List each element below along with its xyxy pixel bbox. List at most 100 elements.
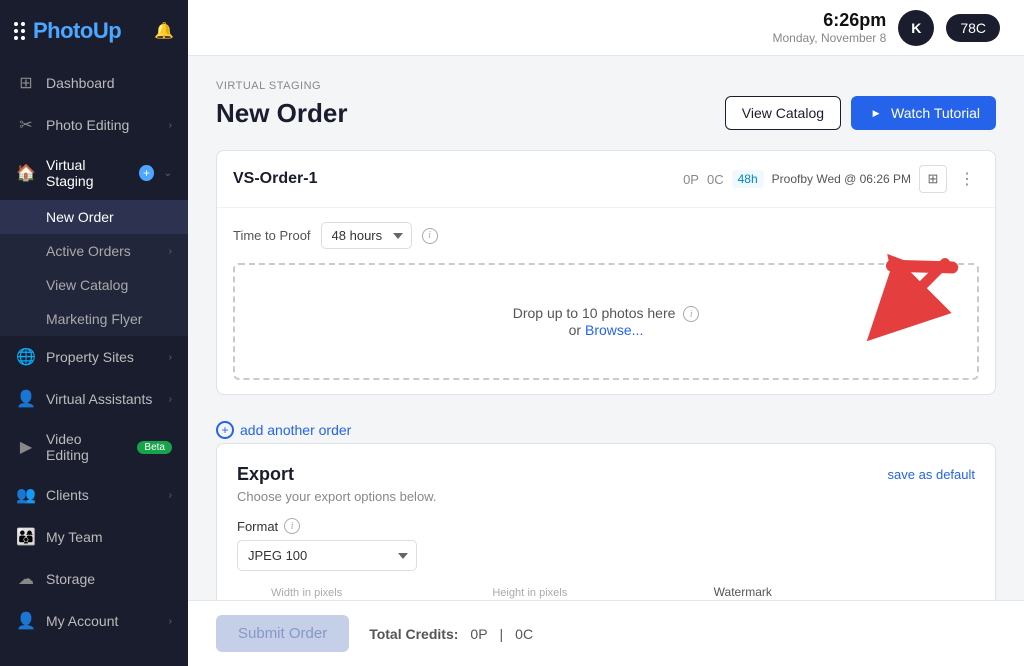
add-order-row[interactable]: + add another order: [216, 411, 996, 443]
page-title: New Order: [216, 98, 348, 129]
sidebar-item-virtual-assistants[interactable]: 👤 Virtual Assistants ›: [0, 378, 188, 420]
order-body: Time to Proof 48 hours 24 hours 72 hours…: [217, 208, 995, 394]
chevron-right-icon: ›: [169, 394, 172, 405]
export-title: Export: [237, 464, 294, 485]
add-order-label: add another order: [240, 422, 351, 438]
sidebar-item-photo-editing[interactable]: ✂ Photo Editing ›: [0, 104, 188, 146]
order-menu-icon[interactable]: ⋮: [955, 169, 979, 189]
time-proof-row: Time to Proof 48 hours 24 hours 72 hours…: [233, 222, 979, 249]
sidebar-item-label: Video Editing: [46, 431, 123, 463]
chevron-right-icon: ›: [169, 352, 172, 363]
drop-zone-text: Drop up to 10 photos here i: [255, 305, 957, 322]
sidebar-item-label: My Account: [46, 613, 118, 629]
clients-icon: 👥: [16, 485, 36, 505]
virtual-staging-icon: 🏠: [16, 163, 36, 183]
time-proof-select[interactable]: 48 hours 24 hours 72 hours: [321, 222, 412, 249]
sidebar-item-active-orders[interactable]: Active Orders ›: [0, 234, 188, 268]
page-header: New Order View Catalog ▶ Watch Tutorial: [216, 96, 996, 130]
format-info-icon[interactable]: i: [284, 518, 300, 534]
virtual-assistants-icon: 👤: [16, 389, 36, 409]
order-photos-count: 0P: [683, 172, 699, 187]
page-actions: View Catalog ▶ Watch Tutorial: [725, 96, 996, 130]
sidebar-item-video-editing[interactable]: ▶ Video Editing Beta: [0, 420, 188, 474]
footer-bar: Submit Order Total Credits: 0P | 0C: [188, 600, 1024, 666]
drop-zone[interactable]: Drop up to 10 photos here i or Browse...: [233, 263, 979, 380]
watermark-col-label: Watermark: [714, 585, 925, 599]
width-col-label: Width in pixels: [271, 585, 482, 599]
new-order-label: New Order: [46, 209, 114, 225]
export-subtitle: Choose your export options below.: [237, 489, 975, 504]
add-virtual-staging-icon[interactable]: +: [139, 165, 153, 181]
height-col-label: Height in pixels: [492, 585, 703, 599]
my-team-icon: 👨‍👩‍👦: [16, 527, 36, 547]
sidebar-item-my-account[interactable]: 👤 My Account ›: [0, 600, 188, 642]
browse-link[interactable]: Browse...: [585, 322, 643, 338]
order-stats: 0P 0C 48h Proofby Wed @ 06:26 PM ⊞ ⋮: [683, 165, 979, 193]
my-account-icon: 👤: [16, 611, 36, 631]
video-editing-icon: ▶: [16, 437, 36, 457]
order-card: VS-Order-1 0P 0C 48h Proofby Wed @ 06:26…: [216, 150, 996, 395]
virtual-staging-submenu: New Order Active Orders › View Catalog M…: [0, 200, 188, 336]
sidebar-item-new-order[interactable]: New Order: [0, 200, 188, 234]
main-panel: 6:26pm Monday, November 8 K 78C VIRTUAL …: [188, 0, 1024, 666]
watch-tutorial-button[interactable]: ▶ Watch Tutorial: [851, 96, 996, 130]
chevron-right-icon: ›: [169, 490, 172, 501]
beta-badge: Beta: [137, 441, 172, 454]
order-card-header: VS-Order-1 0P 0C 48h Proofby Wed @ 06:26…: [217, 151, 995, 208]
sidebar-item-marketing-flyer[interactable]: Marketing Flyer: [0, 302, 188, 336]
photo-editing-icon: ✂: [16, 115, 36, 135]
content-area: VIRTUAL STAGING New Order View Catalog ▶…: [188, 56, 1024, 600]
drop-info-icon[interactable]: i: [683, 306, 699, 322]
avatar[interactable]: K: [898, 10, 934, 46]
sidebar-item-clients[interactable]: 👥 Clients ›: [0, 474, 188, 516]
credits-badge: 78C: [946, 14, 1000, 42]
marketing-flyer-label: Marketing Flyer: [46, 311, 142, 327]
order-credits-count: 0C: [707, 172, 724, 187]
chevron-right-icon: ›: [169, 246, 172, 257]
chevron-down-icon: ⌄: [164, 168, 172, 179]
credits-separator: |: [500, 626, 504, 642]
chevron-right-icon: ›: [169, 120, 172, 131]
total-credits-label: Total Credits:: [369, 626, 458, 642]
total-photos-value: 0P: [470, 626, 487, 642]
logo-grid-icon: [14, 22, 25, 40]
format-select[interactable]: JPEG 100 JPEG 80 PNG: [237, 540, 417, 571]
sidebar-item-storage[interactable]: ☁ Storage: [0, 558, 188, 600]
sidebar-item-dashboard[interactable]: ⊞ Dashboard: [0, 62, 188, 104]
sidebar-item-my-team[interactable]: 👨‍👩‍👦 My Team: [0, 516, 188, 558]
topbar-time: 6:26pm Monday, November 8: [772, 10, 886, 45]
sidebar-item-label: Virtual Staging: [46, 157, 127, 189]
sidebar-item-label: Dashboard: [46, 75, 115, 91]
sidebar-item-label: Property Sites: [46, 349, 134, 365]
time-proof-label: Time to Proof: [233, 228, 311, 243]
breadcrumb: VIRTUAL STAGING: [216, 80, 996, 92]
dashboard-icon: ⊞: [16, 73, 36, 93]
storage-icon: ☁: [16, 569, 36, 589]
topbar: 6:26pm Monday, November 8 K 78C: [188, 0, 1024, 56]
sidebar-item-label: My Team: [46, 529, 103, 545]
logo-text: PhotoUp: [33, 18, 121, 44]
sidebar-item-label: Photo Editing: [46, 117, 129, 133]
time-info-icon[interactable]: i: [422, 228, 438, 244]
total-credits-row: Total Credits: 0P | 0C: [369, 626, 533, 642]
order-layout-icon[interactable]: ⊞: [919, 165, 947, 193]
sidebar-item-label: Virtual Assistants: [46, 391, 152, 407]
order-id: VS-Order-1: [233, 170, 317, 188]
order-proofing-text: Proofby Wed @ 06:26 PM: [772, 172, 911, 186]
save-default-link[interactable]: save as default: [888, 467, 975, 482]
sidebar-item-property-sites[interactable]: 🌐 Property Sites ›: [0, 336, 188, 378]
play-icon: ▶: [867, 104, 885, 122]
current-time: 6:26pm: [772, 10, 886, 31]
view-catalog-button[interactable]: View Catalog: [725, 96, 841, 130]
logo-area: PhotoUp 🔔: [0, 0, 188, 62]
active-orders-label: Active Orders: [46, 243, 131, 259]
export-section: Export save as default Choose your expor…: [216, 443, 996, 600]
drop-zone-browse: or Browse...: [255, 322, 957, 338]
sidebar-item-view-catalog[interactable]: View Catalog: [0, 268, 188, 302]
sidebar-item-virtual-staging[interactable]: 🏠 Virtual Staging + ⌄: [0, 146, 188, 200]
bell-icon[interactable]: 🔔: [154, 21, 174, 41]
submit-order-button[interactable]: Submit Order: [216, 615, 349, 652]
sidebar: PhotoUp 🔔 ⊞ Dashboard ✂ Photo Editing › …: [0, 0, 188, 666]
total-credits-value: 0C: [515, 626, 533, 642]
sidebar-item-label: Clients: [46, 487, 89, 503]
